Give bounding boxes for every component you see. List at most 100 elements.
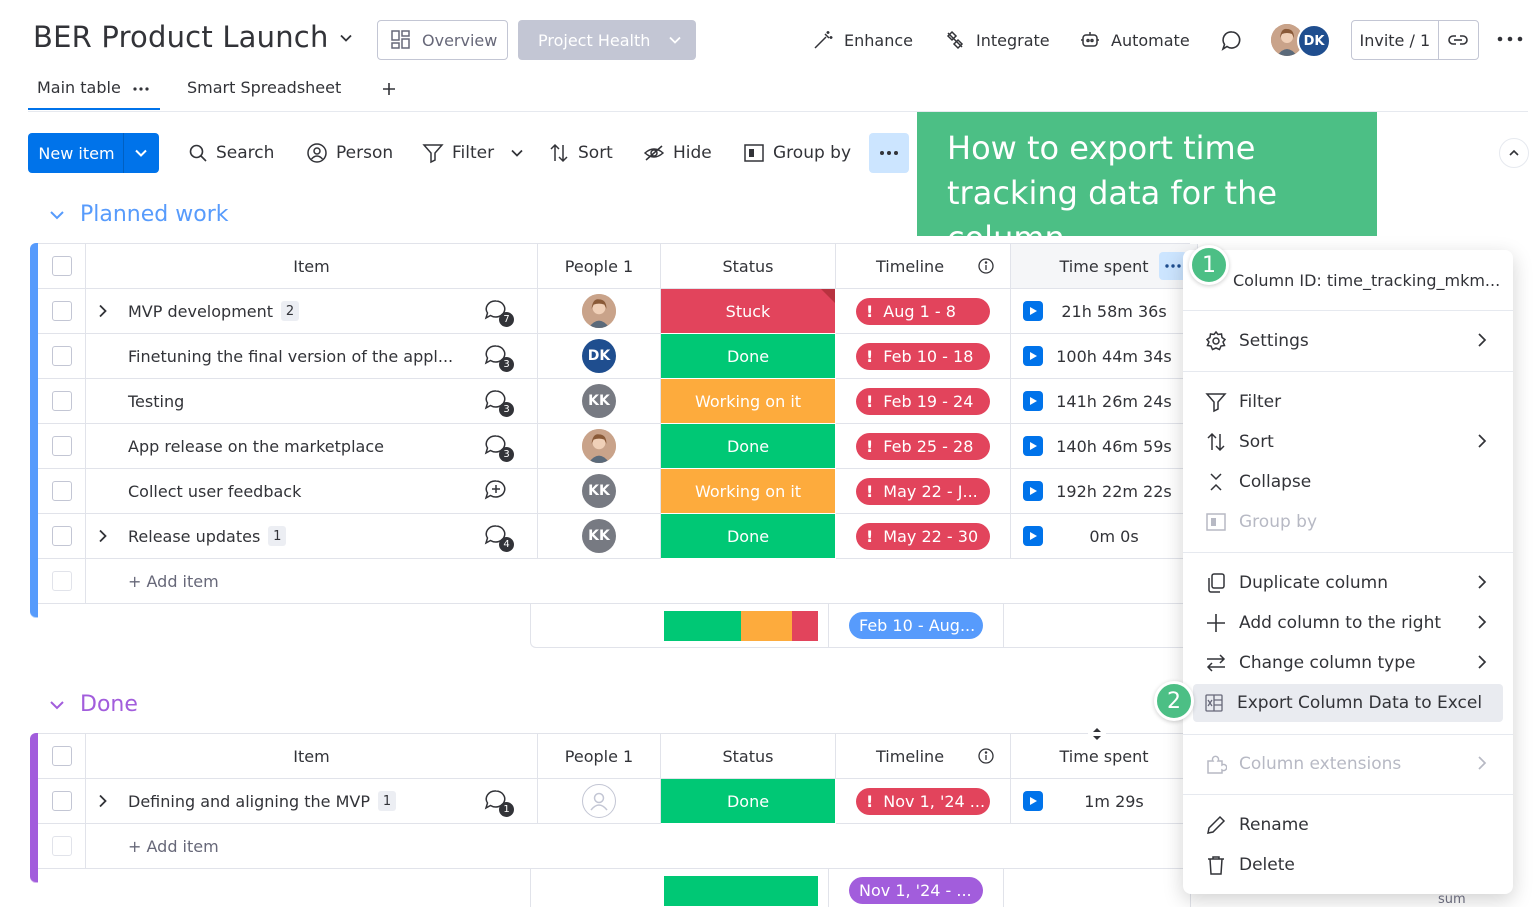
person-avatar[interactable]: KK [582,384,616,418]
item-name[interactable]: Testing [128,392,184,411]
group-by-button[interactable]: Group by [743,133,851,173]
play-timer-icon[interactable] [1023,436,1043,456]
time-tracking-cell[interactable]: 21h 58m 36s [1011,289,1198,334]
timeline-pill[interactable]: ! Feb 19 - 24 [856,387,990,415]
row-checkbox[interactable] [51,391,72,411]
updates-icon[interactable]: 3 [484,434,514,462]
timeline-summary-pill[interactable]: Feb 10 - Aug... [849,612,983,639]
sort-button[interactable]: Sort [548,133,613,173]
timeline-cell[interactable]: ! Feb 10 - 18 [836,334,1011,379]
person-photo-avatar[interactable] [582,294,616,328]
timeline-cell[interactable]: ! Feb 19 - 24 [836,379,1011,424]
status-cell[interactable]: Working on it [661,379,836,424]
column-header-cb[interactable] [38,244,86,289]
row-checkbox[interactable] [51,436,72,456]
timeline-summary-pill[interactable]: Nov 1, '24 - ... [849,877,983,904]
item-name[interactable]: Defining and aligning the MVP [128,792,370,811]
column-header-item[interactable]: Item [86,734,538,779]
search-button[interactable]: Search [188,133,274,173]
status-summary-cell[interactable] [654,603,829,648]
status-summary-cell[interactable] [654,868,829,907]
more-options-icon[interactable] [1497,34,1523,44]
row-checkbox[interactable] [51,791,72,811]
people-cell[interactable]: KK [538,469,661,514]
timeline-cell[interactable]: ! Feb 25 - 28 [836,424,1011,469]
play-timer-icon[interactable] [1023,301,1043,321]
item-name[interactable]: Release updates [128,527,260,546]
row-checkbox[interactable] [51,526,72,546]
item-name-cell[interactable]: App release on the marketplace [86,424,457,469]
column-header-timeline[interactable]: Timeline [836,734,1011,779]
person-filter-button[interactable]: Person [306,133,393,173]
person-photo-avatar[interactable] [582,429,616,463]
new-item-button[interactable]: New item [28,133,159,173]
subitems-count[interactable]: 1 [268,526,287,546]
menu-item-rename[interactable]: Rename [1193,806,1503,844]
menu-item-collapse[interactable]: Collapse [1193,463,1503,501]
menu-item-duplicate-column[interactable]: Duplicate column [1193,564,1503,602]
play-timer-icon[interactable] [1023,346,1043,366]
add-item-input[interactable]: + Add item [86,824,1190,869]
updates-cell[interactable]: 4 [457,514,538,559]
item-name[interactable]: App release on the marketplace [128,437,384,456]
link-icon[interactable] [1439,29,1478,51]
item-name-cell[interactable]: MVP development 2 [86,289,457,334]
overview-button[interactable]: Overview [377,20,508,60]
integrate-button[interactable]: Integrate [944,20,1050,60]
people-cell[interactable] [538,289,661,334]
board-title[interactable]: BER Product Launch [33,20,329,54]
menu-item-export-excel[interactable]: Export Column Data to Excel [1193,684,1503,722]
group-title[interactable]: Planned work [80,202,228,227]
menu-item-add-column-right[interactable]: Add column to the right [1193,604,1503,642]
row-checkbox[interactable] [51,346,72,366]
timeline-pill[interactable]: ! May 22 - 30 [856,522,990,550]
item-name-cell[interactable]: Finetuning the final version of the appl… [86,334,457,379]
updates-cell[interactable]: 1 [457,779,538,824]
timeline-pill[interactable]: ! Nov 1, '24 ... [856,787,990,815]
select-all-checkbox[interactable] [51,746,72,766]
item-name[interactable]: Finetuning the final version of the appl… [128,347,453,366]
invite-button[interactable]: Invite / 1 [1351,20,1479,60]
add-item-input[interactable]: + Add item [86,559,1190,604]
item-name-cell[interactable]: Release updates 1 [86,514,457,559]
play-timer-icon[interactable] [1023,526,1043,546]
people-cell[interactable]: KK [538,379,661,424]
person-avatar[interactable]: KK [582,474,616,508]
timeline-cell[interactable]: ! May 22 - J... [836,469,1011,514]
timeline-cell[interactable]: ! May 22 - 30 [836,514,1011,559]
info-icon[interactable] [978,258,994,274]
item-name[interactable]: MVP development [128,302,273,321]
collapse-all-button[interactable] [1499,138,1529,168]
status-cell[interactable]: Working on it [661,469,836,514]
status-distribution-bar[interactable] [664,610,818,641]
status-cell[interactable]: Done [661,334,836,379]
expand-subitems-icon[interactable] [96,794,128,808]
menu-item-settings[interactable]: Settings [1193,322,1503,360]
people-cell[interactable] [538,779,661,824]
people-cell[interactable]: DK [538,334,661,379]
column-id-item[interactable]: Column ID: time_tracking_mkm... [1193,261,1503,299]
subitems-count[interactable]: 2 [281,301,300,321]
column-header-people[interactable]: People 1 [538,244,661,289]
column-header-timeline[interactable]: Timeline [836,244,1011,289]
row-select-cell[interactable] [38,424,86,469]
group-header-done[interactable]: Done [48,692,138,717]
status-cell[interactable]: Stuck [661,289,836,334]
chevron-down-icon[interactable] [48,206,66,224]
select-all-checkbox[interactable] [51,256,72,276]
item-name[interactable]: Collect user feedback [128,482,301,501]
info-icon[interactable] [978,748,994,764]
item-name-cell[interactable]: Defining and aligning the MVP 1 [86,779,457,824]
row-select-cell[interactable] [38,289,86,334]
time-tracking-cell[interactable]: 100h 44m 34s [1011,334,1198,379]
play-timer-icon[interactable] [1023,481,1043,501]
tab-options-icon[interactable] [133,86,149,92]
time-tracking-cell[interactable]: 1m 29s [1011,779,1198,824]
menu-item-filter[interactable]: Filter [1193,383,1503,421]
enhance-button[interactable]: Enhance [812,20,913,60]
people-cell[interactable]: KK [538,514,661,559]
chevron-down-icon[interactable] [124,146,158,160]
item-name-cell[interactable]: Collect user feedback [86,469,457,514]
column-header-status[interactable]: Status [661,734,836,779]
row-select-cell[interactable] [38,469,86,514]
